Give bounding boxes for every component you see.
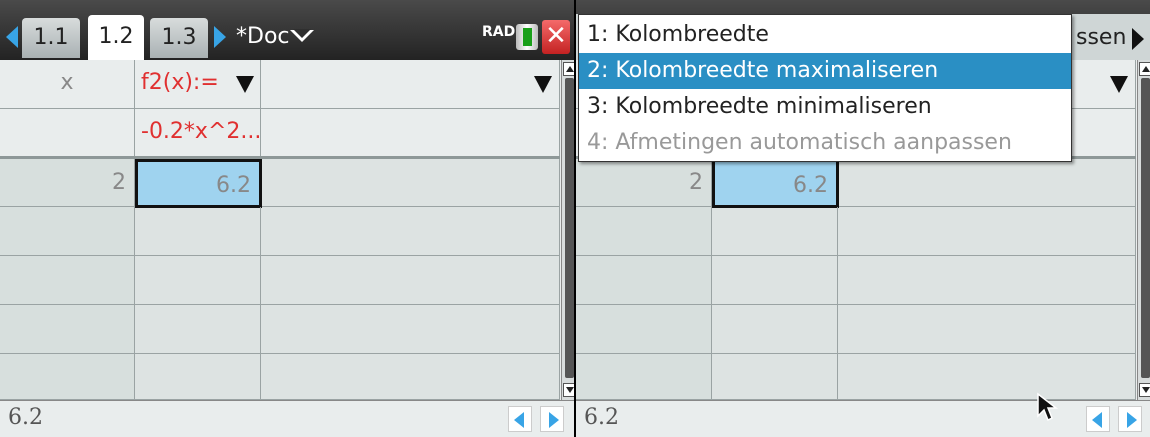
scroll-down-icon[interactable] [1139,383,1150,397]
menu-item-label: Kolombreedte minimaliseren [615,94,932,119]
mouse-pointer-icon [1037,392,1059,422]
table-cell[interactable] [839,159,1136,207]
tab-scroll-right-icon[interactable] [214,26,226,48]
menu-item-number: 2 [587,58,601,83]
entry-prev-icon[interactable] [508,406,532,432]
context-menu: 1: Kolombreedte 2: Kolombreedte maximali… [578,14,1072,162]
scroll-down-icon[interactable] [563,383,574,397]
vertical-scrollbar[interactable] [1137,60,1150,400]
cell-f2-row1-selected[interactable]: 6.2 [712,159,839,208]
cell-f2-row1-selected[interactable]: 6.2 [135,159,262,208]
table-cell[interactable] [261,354,560,400]
column-formula-f2[interactable]: -0.2*x^2... [135,109,261,157]
vertical-scrollbar[interactable] [561,60,574,400]
menu-next-icon[interactable] [1132,28,1144,50]
spreadsheet: x f2(x):= -0.2*x^2... 2 6.2 [0,60,560,400]
scroll-up-icon[interactable] [563,62,574,76]
table-cell[interactable] [262,159,560,207]
menu-item-kolombreedte-minimaliseren[interactable]: 3: Kolombreedte minimaliseren [579,89,1071,125]
close-icon[interactable]: ✕ [542,20,570,54]
menu-item-label: Kolombreedte [615,22,769,47]
entry-next-icon[interactable] [1118,406,1142,432]
menu-item-afmetingen-automatisch-aanpassen: 4: Afmetingen automatisch aanpassen [587,130,1012,155]
table-cell[interactable] [838,256,1136,305]
table-cell[interactable] [838,207,1136,256]
left-pane: 1.1 1.2 1.3 *Doc RAD ✕ x f2(x):= -0.2*x^… [0,0,574,437]
cell-x-row1[interactable]: 2 [576,159,712,207]
entry-line-value[interactable]: 6.2 [584,405,619,430]
entry-line[interactable]: 6.2 [0,400,574,437]
tab-1-3[interactable]: 1.3 [150,18,208,58]
table-cell[interactable] [261,207,560,256]
column-name-x[interactable]: x [0,60,135,109]
menu-item-number: 4 [587,130,601,155]
table-cell[interactable] [135,256,261,305]
table-cell[interactable] [261,256,560,305]
document-title[interactable]: *Doc [236,20,290,54]
menu-overflow-title: ssen [1076,25,1127,50]
column-formula-empty[interactable] [261,109,560,157]
table-cell[interactable] [576,354,712,400]
table-cell[interactable] [576,256,712,305]
menu-item-number: 3 [587,94,601,119]
table-cell[interactable] [135,207,261,256]
column-formula-x[interactable] [0,109,135,157]
document-menu-chevron-icon[interactable] [290,29,314,42]
table-cell[interactable] [135,354,261,400]
table-cell[interactable] [0,354,135,400]
table-cell[interactable] [712,354,838,400]
tab-scroll-left-icon[interactable] [6,26,18,48]
table-cell[interactable] [576,207,712,256]
menu-item-number: 1 [587,22,601,47]
menu-item-kolombreedte[interactable]: 1: Kolombreedte [579,17,1071,53]
cell-x-row1[interactable]: 2 [0,159,135,207]
angle-mode-label: RAD [482,24,516,40]
tab-bar: 1.1 1.2 1.3 *Doc RAD ✕ [0,0,574,60]
table-cell[interactable] [0,256,135,305]
entry-next-icon[interactable] [540,406,564,432]
scroll-thumb[interactable] [565,78,574,378]
menu-item-kolombreedte-maximaliseren[interactable]: 2: Kolombreedte maximaliseren [579,53,1071,89]
entry-line-value[interactable]: 6.2 [8,405,43,430]
table-cell[interactable] [838,305,1136,354]
table-cell[interactable] [135,305,261,354]
menu-item-label: Kolombreedte maximaliseren [615,58,939,83]
column-name-empty[interactable] [261,60,560,109]
tab-1-1[interactable]: 1.1 [22,18,80,58]
column-dropdown-icon[interactable] [1110,76,1128,93]
scroll-up-icon[interactable] [1139,62,1150,76]
table-cell[interactable] [576,305,712,354]
battery-icon [516,24,538,50]
table-cell[interactable] [712,305,838,354]
column-dropdown-icon[interactable] [236,76,254,93]
table-cell[interactable] [0,305,135,354]
tab-1-2[interactable]: 1.2 [88,15,144,60]
table-cell[interactable] [712,256,838,305]
table-cell[interactable] [0,207,135,256]
table-cell[interactable] [712,207,838,256]
menu-item-label: Afmetingen automatisch aanpassen [615,130,1012,155]
entry-prev-icon[interactable] [1086,406,1110,432]
scroll-thumb[interactable] [1141,78,1150,378]
table-cell[interactable] [261,305,560,354]
column-dropdown-icon[interactable] [534,76,552,93]
table-cell[interactable] [838,354,1136,400]
entry-line[interactable]: 6.2 [576,400,1150,437]
